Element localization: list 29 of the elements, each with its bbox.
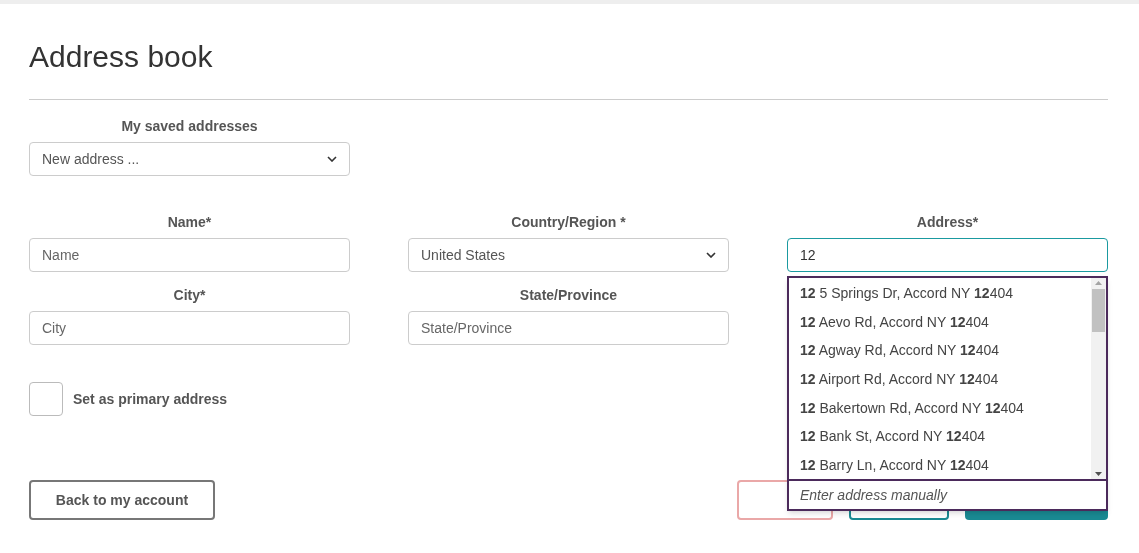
- suggestion-item[interactable]: 12 Airport Rd, Accord NY 12404: [800, 369, 999, 389]
- chevron-down-icon: [327, 156, 337, 162]
- suggestion-item[interactable]: 12 Agway Rd, Accord NY 12404: [800, 340, 999, 361]
- field-label: My saved addresses: [121, 117, 258, 136]
- checkbox[interactable]: [29, 382, 63, 416]
- input-field[interactable]: Name: [29, 238, 350, 272]
- checkbox-label: Set as primary address: [73, 390, 228, 409]
- select-field[interactable]: United States: [408, 238, 729, 272]
- scrollbar[interactable]: [1091, 278, 1106, 479]
- field-label: Country/Region *: [511, 213, 626, 232]
- scroll-up-icon[interactable]: [1095, 281, 1102, 285]
- input-field[interactable]: State/Province: [408, 311, 729, 345]
- page-title: Address book: [29, 39, 214, 75]
- select-field[interactable]: New address ...: [29, 142, 350, 176]
- suggestion-item[interactable]: 12 Aevo Rd, Accord NY 12404: [800, 311, 989, 332]
- field-label: State/Province: [519, 286, 618, 305]
- scroll-thumb[interactable]: [1092, 289, 1105, 332]
- input-field[interactable]: 12: [787, 238, 1108, 272]
- field-label: Address*: [916, 213, 979, 232]
- back-button[interactable]: Back to my account: [29, 480, 215, 520]
- suggestion-item[interactable]: 12 Bank St, Accord NY 12404: [800, 426, 985, 447]
- input-field[interactable]: City: [29, 311, 350, 345]
- field-label: Name*: [167, 213, 212, 232]
- suggestion-item[interactable]: 12 Bakertown Rd, Accord NY 12404: [800, 397, 1024, 418]
- suggestion-item[interactable]: 12 5 Springs Dr, Accord NY 12404: [800, 283, 1013, 304]
- scroll-down-icon[interactable]: [1095, 472, 1102, 476]
- field-label: City*: [173, 286, 206, 305]
- chevron-down-icon: [706, 252, 716, 258]
- suggestion-item[interactable]: 12 Barry Ln, Accord NY 12404: [800, 454, 989, 475]
